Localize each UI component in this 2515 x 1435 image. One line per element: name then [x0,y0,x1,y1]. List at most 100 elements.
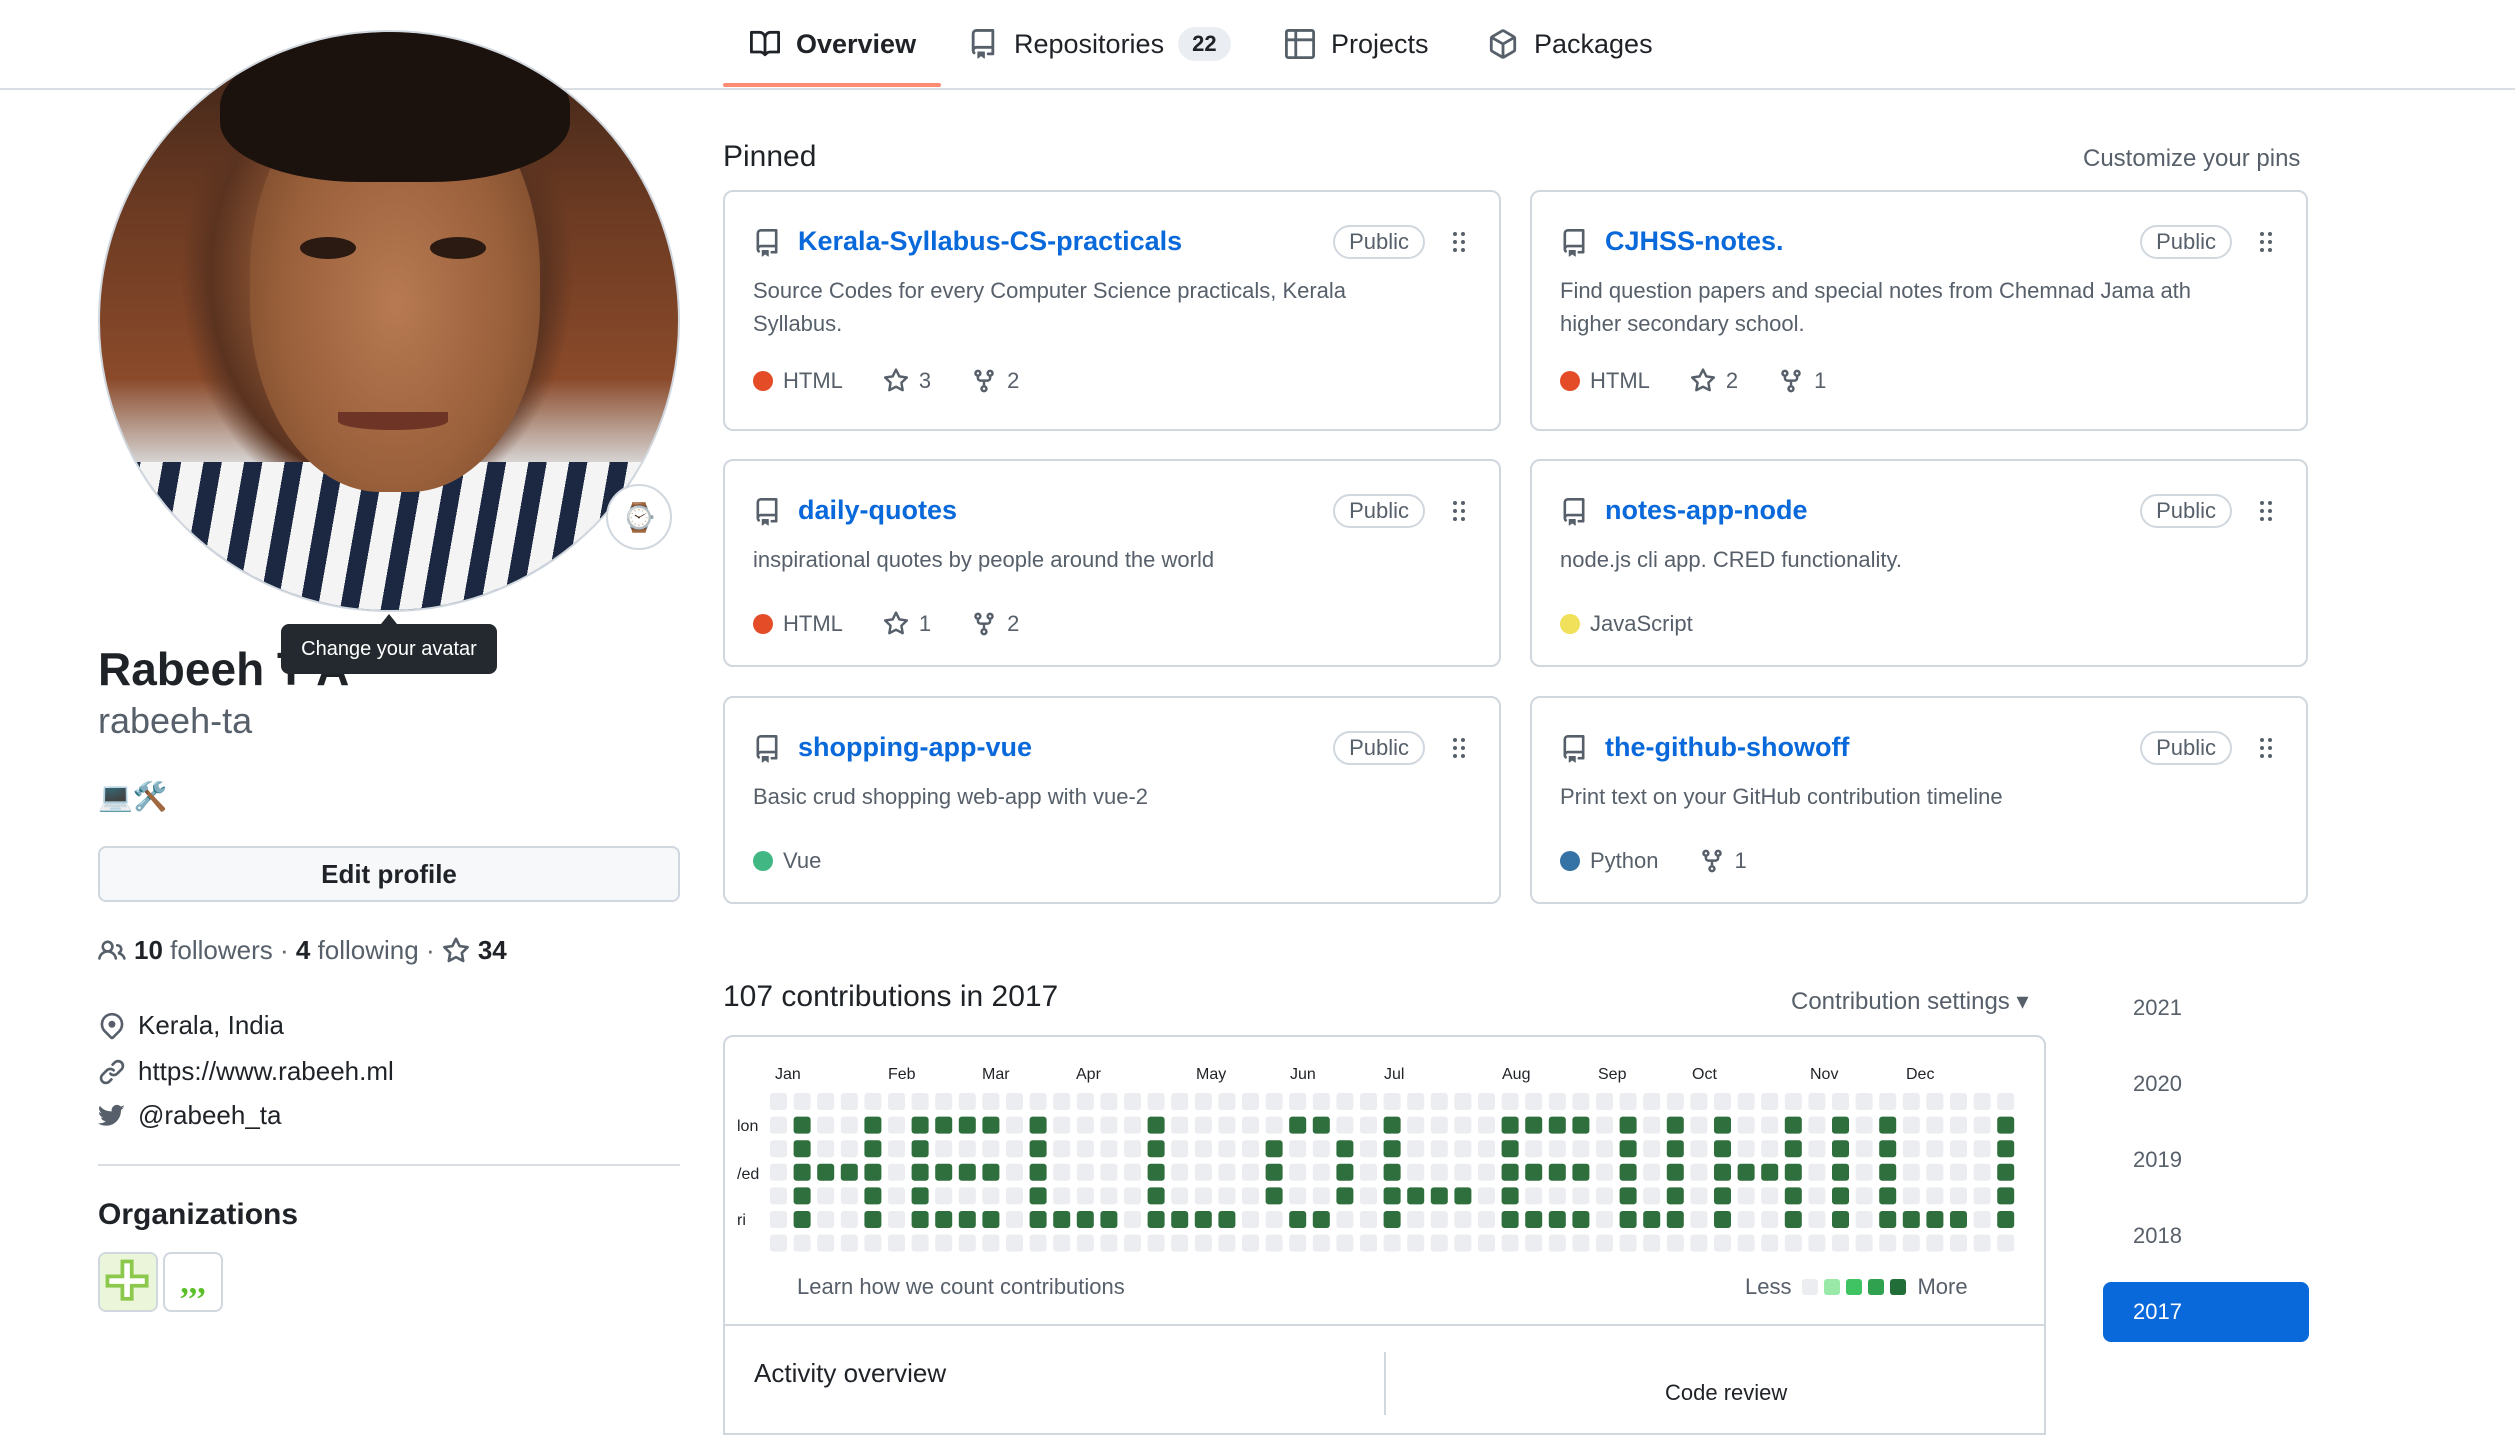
repo-forks-link[interactable]: 1 [1778,368,1826,394]
customize-pins-link[interactable]: Customize your pins [2083,145,2300,173]
contribution-day-cell[interactable] [1808,1163,1826,1181]
contribution-day-cell[interactable] [1761,1093,1779,1110]
contribution-day-cell[interactable] [935,1116,953,1134]
contribution-day-cell[interactable] [1619,1163,1637,1181]
contribution-day-cell[interactable] [1761,1211,1779,1228]
contribution-day-cell[interactable] [1312,1093,1330,1110]
contribution-day-cell[interactable] [793,1140,811,1158]
contribution-day-cell[interactable] [1478,1140,1495,1158]
contribution-day-cell[interactable] [1596,1093,1613,1110]
contribution-day-cell[interactable] [1100,1234,1118,1252]
repo-name-link[interactable]: shopping-app-vue [798,732,1032,763]
repo-name-link[interactable]: Kerala-Syllabus-CS-practicals [798,226,1182,257]
contribution-day-cell[interactable] [1926,1211,1944,1228]
contribution-day-cell[interactable] [1336,1187,1354,1205]
contribution-day-cell[interactable] [1855,1140,1873,1158]
contribution-day-cell[interactable] [1973,1140,1991,1158]
contribution-day-cell[interactable] [864,1093,882,1110]
contribution-day-cell[interactable] [1265,1211,1283,1228]
contribution-day-cell[interactable] [817,1234,835,1252]
contribution-day-cell[interactable] [1761,1187,1779,1205]
contribution-day-cell[interactable] [1666,1211,1684,1228]
contribution-day-cell[interactable] [1950,1116,1967,1134]
contribution-day-cell[interactable] [1666,1140,1684,1158]
tab-packages[interactable]: Packages [1488,0,1653,88]
contribution-day-cell[interactable] [1430,1211,1448,1228]
contribution-day-cell[interactable] [1619,1116,1637,1134]
contribution-day-cell[interactable] [1360,1116,1377,1134]
contribution-day-cell[interactable] [1690,1211,1708,1228]
contribution-day-cell[interactable] [1737,1234,1755,1252]
contribution-day-cell[interactable] [1902,1163,1920,1181]
contribution-day-cell[interactable] [1478,1211,1495,1228]
contribution-day-cell[interactable] [1194,1211,1212,1228]
contribution-day-cell[interactable] [1525,1234,1543,1252]
contribution-day-cell[interactable] [1997,1093,2015,1110]
year-link-2018[interactable]: 2018 [2103,1206,2309,1266]
contribution-day-cell[interactable] [1572,1163,1590,1181]
contribution-day-cell[interactable] [1714,1093,1731,1110]
contribution-day-cell[interactable] [1926,1187,1944,1205]
contribution-day-cell[interactable] [1643,1116,1661,1134]
contribution-day-cell[interactable] [1501,1187,1519,1205]
contribution-day-cell[interactable] [1076,1093,1094,1110]
contribution-day-cell[interactable] [1100,1163,1118,1181]
contribution-day-cell[interactable] [1950,1187,1967,1205]
contribution-day-cell[interactable] [1124,1163,1141,1181]
contribution-day-cell[interactable] [1714,1116,1731,1134]
contribution-day-cell[interactable] [1147,1163,1165,1181]
contribution-day-cell[interactable] [1029,1116,1047,1134]
contribution-day-cell[interactable] [1643,1140,1661,1158]
contribution-day-cell[interactable] [1407,1140,1425,1158]
contribution-day-cell[interactable] [1501,1211,1519,1228]
contribution-day-cell[interactable] [1218,1163,1236,1181]
contribution-day-cell[interactable] [770,1140,787,1158]
contribution-day-cell[interactable] [1973,1211,1991,1228]
contribution-day-cell[interactable] [793,1234,811,1252]
contribution-day-cell[interactable] [1289,1211,1307,1228]
profile-website[interactable]: https://www.rabeeh.ml [98,1056,394,1087]
contribution-day-cell[interactable] [1194,1116,1212,1134]
contribution-day-cell[interactable] [1572,1187,1590,1205]
contribution-day-cell[interactable] [1194,1163,1212,1181]
contribution-day-cell[interactable] [1855,1187,1873,1205]
contribution-day-cell[interactable] [1124,1116,1141,1134]
contribution-day-cell[interactable] [888,1234,905,1252]
contribution-day-cell[interactable] [1006,1187,1023,1205]
contribution-day-cell[interactable] [1643,1163,1661,1181]
contribution-day-cell[interactable] [1879,1163,1897,1181]
contribution-day-cell[interactable] [1501,1093,1519,1110]
contribution-day-cell[interactable] [1430,1116,1448,1134]
contribution-day-cell[interactable] [1100,1116,1118,1134]
contribution-day-cell[interactable] [1501,1116,1519,1134]
contribution-day-cell[interactable] [1100,1140,1118,1158]
contribution-day-cell[interactable] [793,1116,811,1134]
contribution-day-cell[interactable] [1572,1093,1590,1110]
contribution-day-cell[interactable] [888,1187,905,1205]
contribution-day-cell[interactable] [1053,1140,1071,1158]
contribution-day-cell[interactable] [1076,1187,1094,1205]
contribution-day-cell[interactable] [770,1093,787,1110]
contribution-day-cell[interactable] [1737,1163,1755,1181]
tab-repositories[interactable]: Repositories 22 [968,0,1231,88]
contribution-day-cell[interactable] [888,1163,905,1181]
contribution-day-cell[interactable] [1879,1116,1897,1134]
contribution-day-cell[interactable] [1053,1093,1071,1110]
contribution-day-cell[interactable] [1006,1234,1023,1252]
year-link-2017[interactable]: 2017 [2103,1282,2309,1342]
contribution-day-cell[interactable] [1430,1163,1448,1181]
contribution-day-cell[interactable] [1926,1116,1944,1134]
contribution-day-cell[interactable] [888,1116,905,1134]
website-link[interactable]: https://www.rabeeh.ml [138,1056,394,1087]
contribution-day-cell[interactable] [1902,1116,1920,1134]
contribution-day-cell[interactable] [770,1211,787,1228]
drag-handle-icon[interactable] [2258,230,2274,254]
contribution-day-cell[interactable] [1076,1140,1094,1158]
repo-stars-link[interactable]: 1 [883,611,931,637]
contribution-day-cell[interactable] [840,1140,858,1158]
contribution-day-cell[interactable] [1242,1140,1259,1158]
contribution-day-cell[interactable] [1265,1140,1283,1158]
contribution-day-cell[interactable] [1761,1116,1779,1134]
contribution-day-cell[interactable] [1312,1163,1330,1181]
contribution-day-cell[interactable] [1053,1116,1071,1134]
